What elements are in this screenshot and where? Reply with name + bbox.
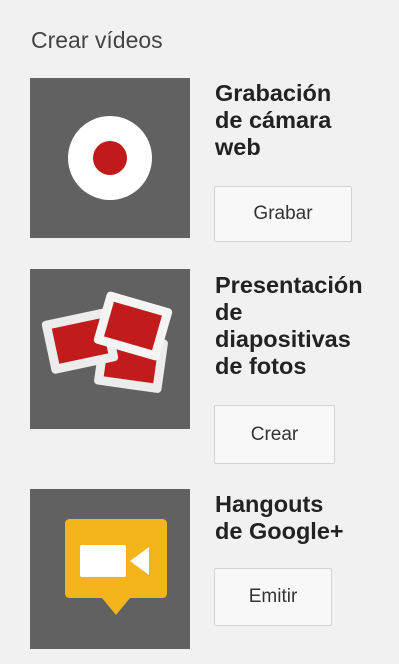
slideshow-thumbnail[interactable] [30, 269, 190, 429]
hangouts-thumbnail[interactable] [30, 489, 190, 649]
section-heading: Crear vídeos [31, 27, 163, 53]
slides-icon [41, 291, 173, 393]
slideshow-title: Presentación de diapositivas de fotos [215, 272, 363, 379]
create-button[interactable]: Crear [214, 405, 335, 464]
create-videos-panel: Crear vídeos Grabación de cámara web Gra… [0, 0, 399, 664]
record-icon [68, 116, 152, 200]
record-button[interactable]: Grabar [214, 186, 352, 242]
webcam-title: Grabación de cámara web [215, 80, 332, 160]
hangouts-video-icon [65, 519, 167, 615]
hangouts-title: Hangouts de Google+ [215, 491, 344, 544]
broadcast-button[interactable]: Emitir [214, 568, 332, 626]
webcam-thumbnail[interactable] [30, 78, 190, 238]
